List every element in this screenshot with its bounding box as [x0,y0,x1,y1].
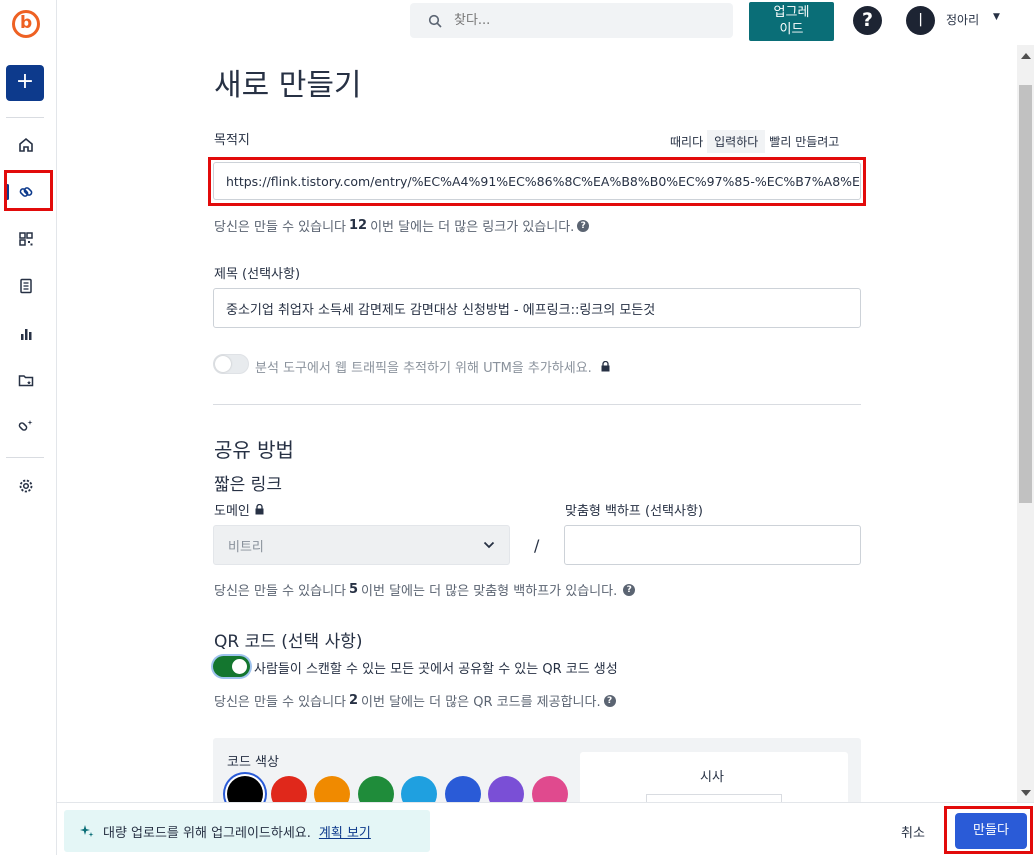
backhalf-label: 맞춤형 백하프 (선택사항) [565,504,704,519]
chevron-down-icon [483,541,495,549]
utm-toggle[interactable] [213,354,249,374]
left-sidebar: b + [0,0,57,855]
qr-heading: QR 코드 (선택 사항) [214,632,363,652]
links-remaining-text: 당신은 만들 수 있습니다 12 이번 달에는 더 많은 링크가 있습니다. ? [214,216,590,235]
domain-label: 도메인 [214,500,264,519]
bitly-logo[interactable]: b [12,10,40,38]
short-link-heading: 짧은 링크 [214,475,282,495]
destination-mode-tabs: 때리다 입력하다 빨리 만들려고 [670,130,839,153]
help-circle-icon[interactable]: ? [623,583,636,596]
domain-value: 비트리 [228,539,264,555]
help-circle-icon[interactable]: ? [577,219,590,232]
backhalf-count: 5 [349,582,359,597]
view-plans-link[interactable]: 계획 보기 [319,822,371,841]
bar-chart-icon [21,329,32,340]
qr-toggle-label: 사람들이 스캔할 수 있는 모든 곳에서 공유할 수 있는 QR 코드 생성 [254,662,618,677]
code-color-label: 코드 색상 [227,755,279,770]
qr-code-icon [19,232,33,246]
page-icon [20,278,32,294]
caret-down-icon[interactable]: ▼ [993,12,1000,22]
help-icon[interactable]: ? [853,6,882,35]
tab-quick-create[interactable]: 빨리 만들려고 [769,133,839,150]
gear-icon [19,479,33,493]
section-divider [213,404,861,405]
utm-label-text: 분석 도구에서 웹 트래픽을 추적하기 위해 UTM을 추가하세요. [255,361,592,376]
backhalf-input[interactable] [564,525,861,565]
backhalf-help-prefix: 당신은 만들 수 있습니다 [214,584,346,599]
username[interactable]: 정아리 [946,11,979,28]
upsell-text: 대량 업로드를 위해 업그레이드하세요. [103,825,311,841]
domain-select[interactable]: 비트리 [213,525,510,565]
sidebar-item-settings[interactable] [0,468,52,504]
title-label: 제목 (선택사항) [214,267,301,282]
sidebar-item-custom-links[interactable] [0,408,52,444]
home-icon [19,137,33,152]
highlight-box-create [944,806,1033,854]
help-circle-icon[interactable]: ? [603,694,616,707]
search-input[interactable] [454,13,704,28]
upgrade-button[interactable]: 업그레 이드 [749,2,834,41]
slash-separator: / [534,536,540,555]
avatar[interactable]: ㅣ [906,6,935,35]
share-heading: 공유 방법 [214,438,294,462]
tab-input[interactable]: 입력하다 [707,130,766,153]
tab-hit[interactable]: 때리다 [670,133,703,150]
qr-help-text: 당신은 만들 수 있습니다 2 이번 달에는 더 많은 QR 코드를 제공합니다.… [214,691,616,710]
cancel-button[interactable]: 취소 [901,822,925,841]
sidebar-divider [6,117,44,118]
sidebar-item-pages[interactable] [0,268,52,304]
preview-label: 시사 [700,770,724,785]
sparkle-icon [80,825,94,837]
search-bar[interactable] [410,3,733,38]
sidebar-item-qr-codes[interactable] [0,221,52,257]
destination-label: 목적지 [214,133,250,148]
scrollbar[interactable] [1017,45,1034,802]
links-remaining-prefix: 당신은 만들 수 있습니다 [214,220,346,235]
utm-label: 분석 도구에서 웹 트래픽을 추적하기 위해 UTM을 추가하세요. [255,357,610,376]
links-remaining-suffix: 이번 달에는 더 많은 링크가 있습니다. [370,220,575,235]
search-icon [428,14,442,28]
highlight-box-links [4,170,53,211]
create-new-button[interactable]: + [6,65,44,101]
qr-help-suffix: 이번 달에는 더 많은 QR 코드를 제공합니다. [361,695,601,710]
upsell-banner: 대량 업로드를 위해 업그레이드하세요. 계획 보기 [64,810,430,852]
sidebar-divider [6,457,44,458]
backhalf-help-text: 당신은 만들 수 있습니다 5 이번 달에는 더 많은 맞춤형 백하프가 있습니… [214,580,636,599]
lock-icon [601,361,610,372]
lock-icon [255,504,264,515]
page-title: 새로 만들기 [214,68,362,103]
title-value: 중소기업 취업자 소득세 감면제도 감면대상 신청방법 - 에프링크::링크의 … [226,302,656,318]
links-remaining-count: 12 [349,218,368,233]
qr-count: 2 [349,693,359,708]
highlight-box-destination [208,157,866,206]
sidebar-item-analytics[interactable] [0,316,52,352]
domain-label-text: 도메인 [214,504,250,519]
scroll-up-icon[interactable] [1021,53,1031,59]
title-field[interactable]: 중소기업 취업자 소득세 감면제도 감면대상 신청방법 - 에프링크::링크의 … [213,288,861,328]
scrollbar-thumb[interactable] [1019,85,1032,503]
qr-toggle[interactable] [213,656,250,677]
backhalf-help-suffix: 이번 달에는 더 많은 맞춤형 백하프가 있습니다. [361,584,618,599]
sidebar-item-home[interactable] [0,127,52,163]
link-sparkle-icon [18,420,33,431]
scroll-down-icon[interactable] [1021,790,1031,796]
qr-help-prefix: 당신은 만들 수 있습니다 [214,695,346,710]
sidebar-item-campaigns[interactable] [0,362,52,398]
folder-star-icon [18,375,34,387]
